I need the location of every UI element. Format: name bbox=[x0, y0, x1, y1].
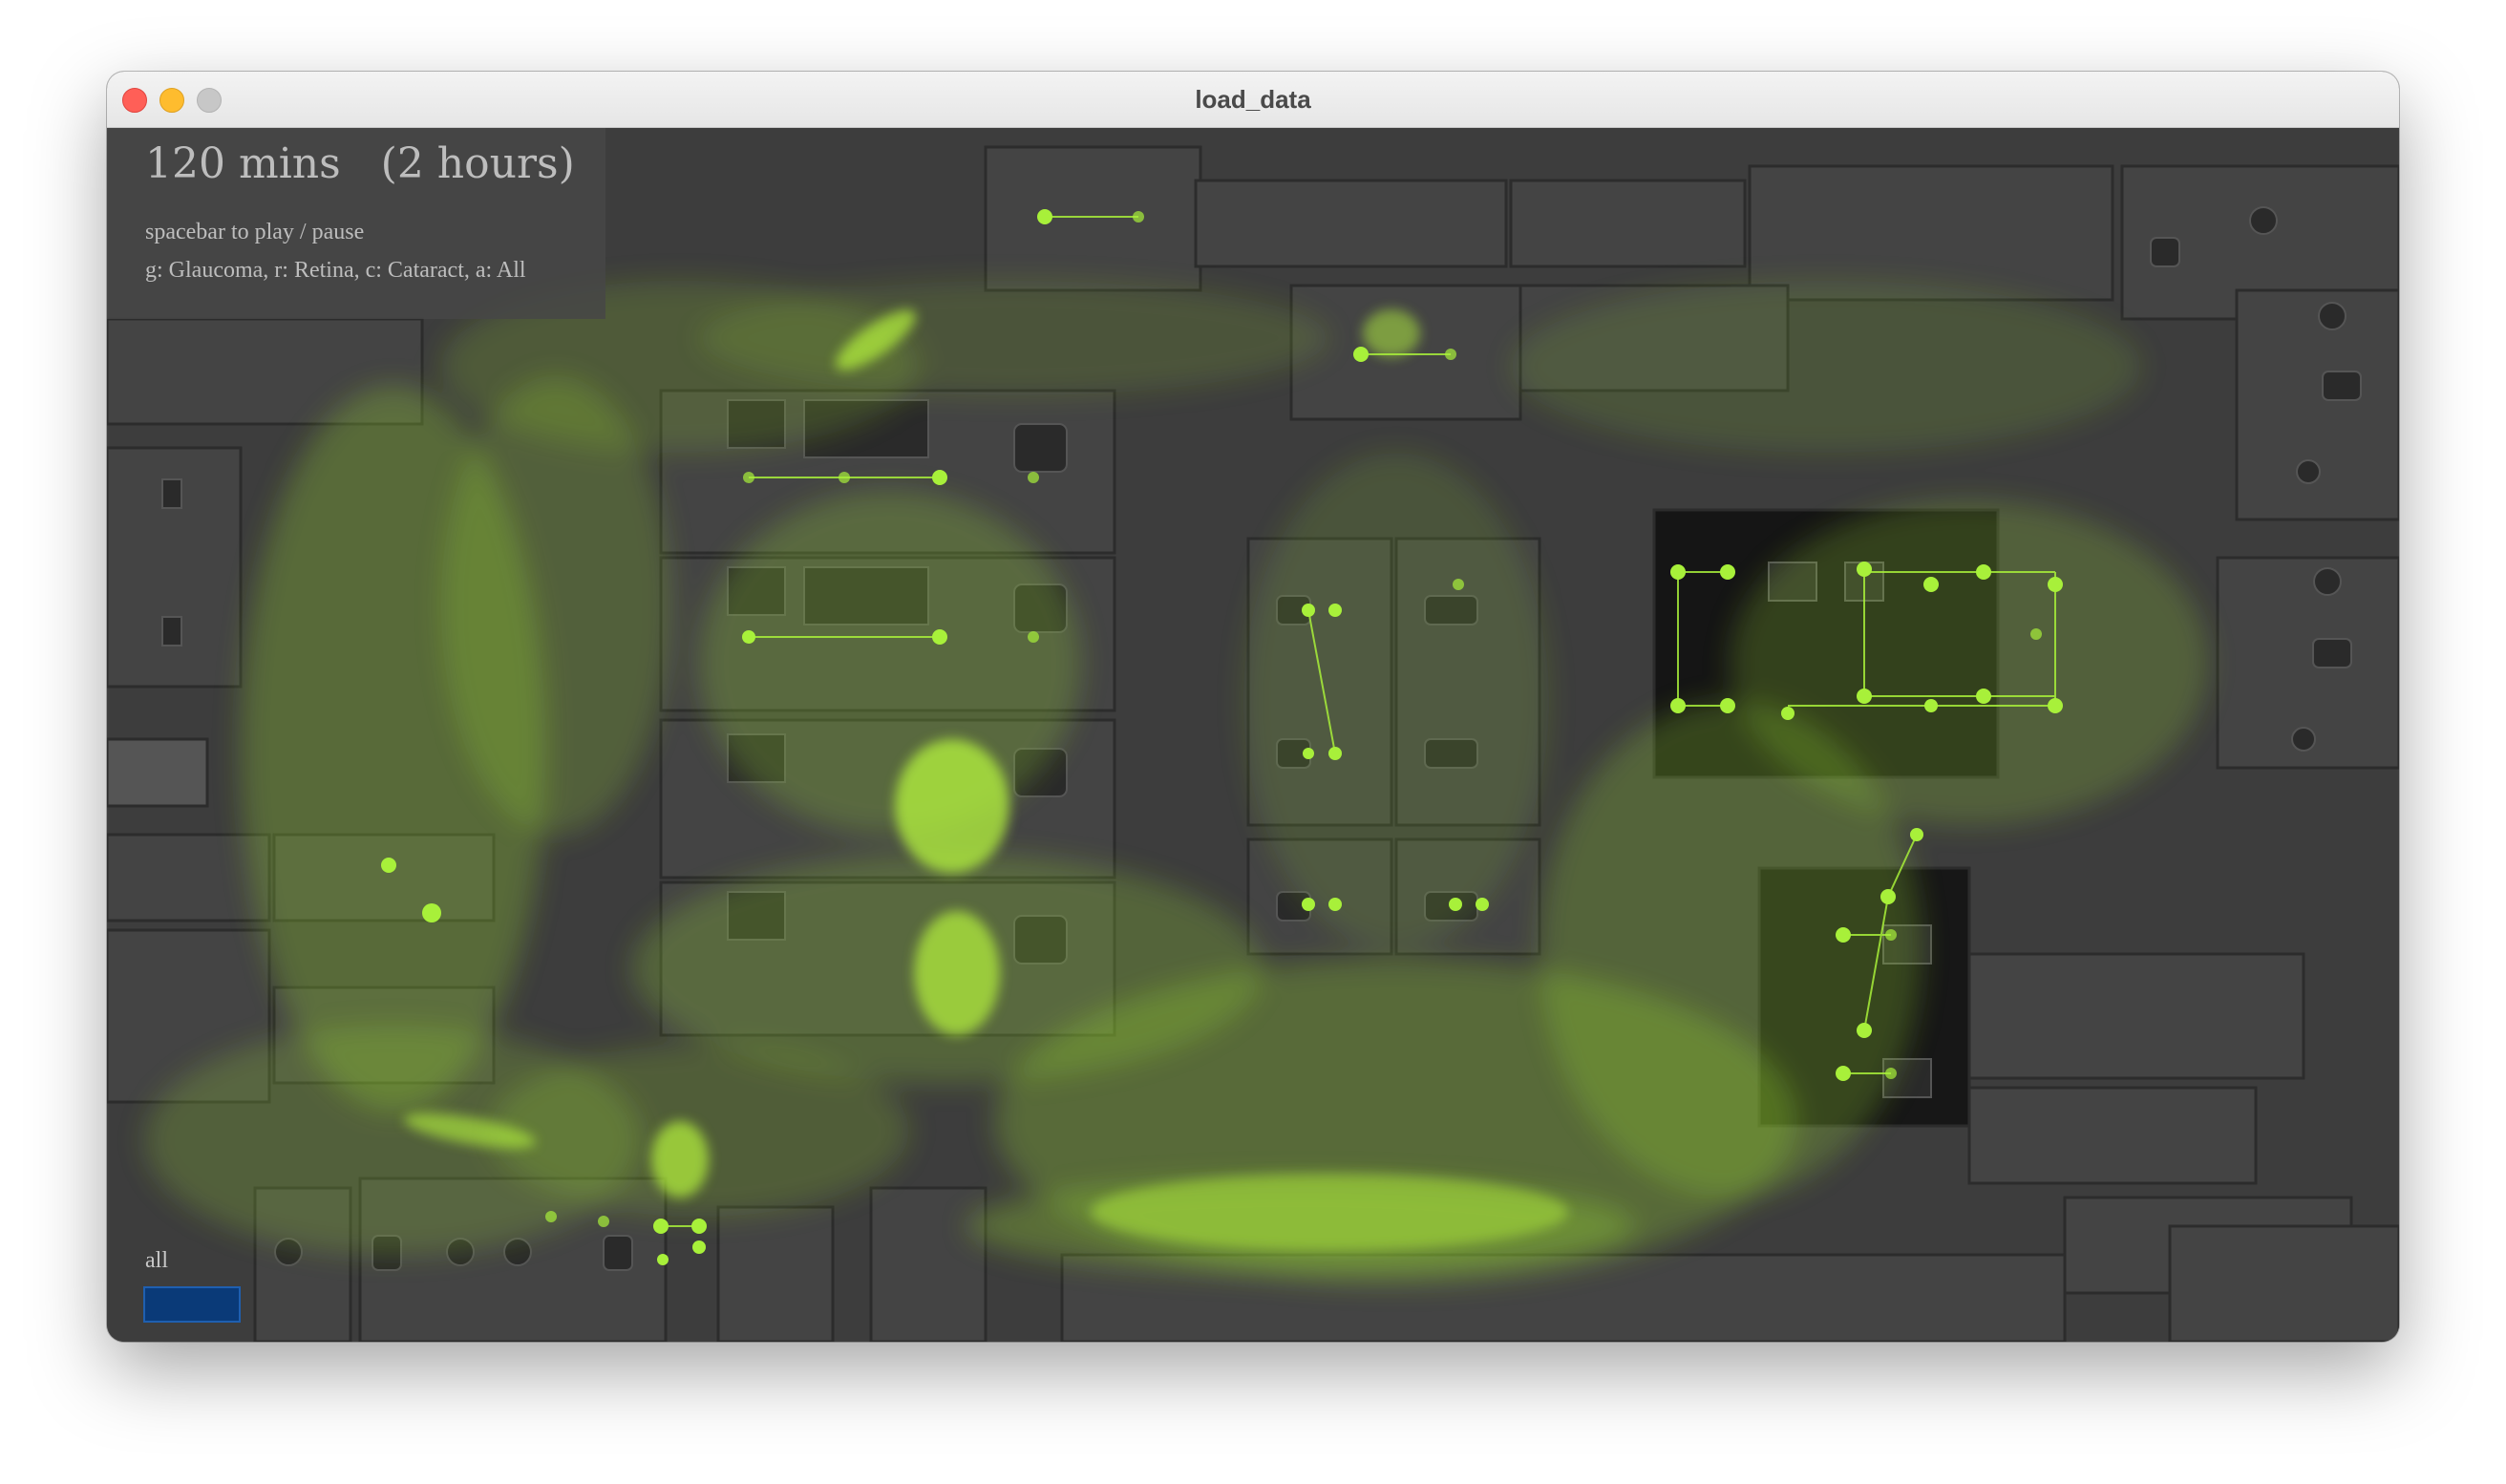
app-window: load_data 120 mins (2 hours) spacebar to… bbox=[107, 72, 2399, 1342]
title-bar[interactable]: load_data bbox=[107, 72, 2399, 128]
floor-plan-canvas[interactable]: 120 mins (2 hours) spacebar to play / pa… bbox=[107, 128, 2399, 1342]
elapsed-minutes: 120 mins bbox=[145, 139, 341, 188]
elapsed-hours: (2 hours) bbox=[380, 139, 575, 188]
elapsed-time: 120 mins (2 hours) bbox=[145, 139, 575, 188]
window-title: load_data bbox=[1195, 85, 1311, 114]
filter-label: all bbox=[145, 1248, 168, 1273]
filter-hint: g: Glaucoma, r: Retina, c: Cataract, a: … bbox=[145, 258, 526, 283]
info-panel: 120 mins (2 hours) spacebar to play / pa… bbox=[107, 128, 605, 319]
filter-indicator[interactable] bbox=[143, 1286, 241, 1323]
play-hint: spacebar to play / pause bbox=[145, 220, 365, 244]
